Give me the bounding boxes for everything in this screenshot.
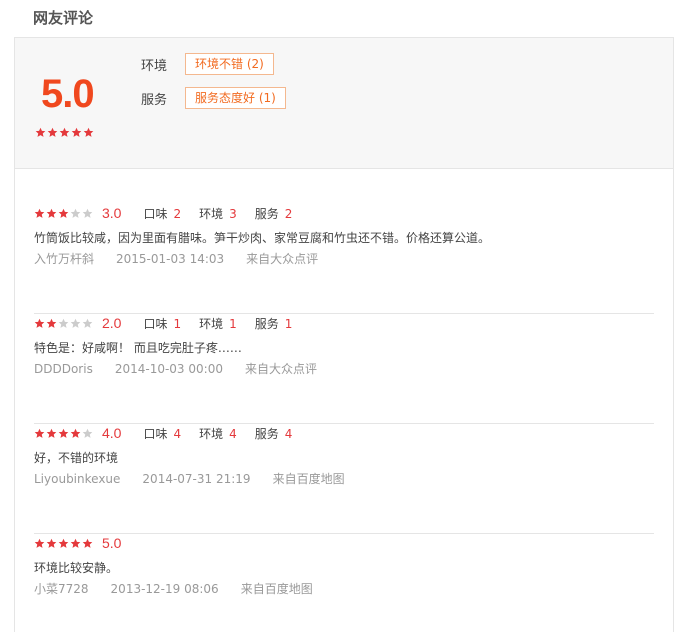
review-meta: 入竹万杆斜 2015-01-03 14:03 来自大众点评 — [34, 250, 340, 267]
review-time: 2014-10-03 00:00 — [114, 362, 223, 376]
star-empty-icon — [82, 428, 93, 439]
review-rating-line: 4.0 口味 4 环境 4 服务 4 — [34, 424, 310, 442]
environment-rating: 环境 1 — [199, 316, 237, 331]
star-filled-icon — [46, 538, 57, 549]
review-source: 来自大众点评 — [246, 252, 319, 266]
review-item: 5.0 环境比较安静。 小菜7728 2013-12-19 08:06 来自百度地图 — [34, 534, 654, 632]
taste-rating: 口味 4 — [143, 426, 182, 441]
star-filled-icon — [83, 127, 94, 138]
star-empty-icon — [58, 318, 69, 329]
star-filled-icon — [71, 127, 82, 138]
star-filled-icon — [34, 208, 45, 219]
star-empty-icon — [70, 318, 81, 329]
overall-score: 5.0 — [41, 72, 95, 116]
star-filled-icon — [58, 538, 69, 549]
review-time: 2014-07-31 21:19 — [142, 472, 251, 486]
tag-category-label: 服务 — [141, 92, 168, 108]
review-time: 2015-01-03 14:03 — [116, 252, 225, 266]
star-filled-icon — [34, 538, 45, 549]
review-meta: 小菜7728 2013-12-19 08:06 来自百度地图 — [34, 580, 335, 597]
review-stars — [34, 318, 93, 329]
review-item: 3.0 口味 2 环境 3 服务 2 竹筒饭比较咸，因为里面有腊味。笋干炒肉、家常豆腐和竹虫还… — [34, 204, 654, 314]
section-title: 网友评论 — [33, 9, 94, 27]
review-user[interactable]: Liyoubinkexue — [34, 472, 120, 486]
service-rating: 服务 1 — [254, 316, 293, 331]
review-score: 5.0 — [102, 535, 122, 551]
rating-summary: 5.0 环境 环境不错 (2) 服务 服务态度好 (1) — [15, 38, 673, 169]
review-score: 2.0 — [102, 315, 122, 331]
star-filled-icon — [34, 428, 45, 439]
review-meta: Liyoubinkexue 2014-07-31 21:19 来自百度地图 — [34, 470, 367, 487]
star-filled-icon — [59, 127, 70, 138]
review-stars — [34, 428, 93, 439]
review-source: 来自百度地图 — [272, 472, 345, 486]
star-empty-icon — [70, 208, 81, 219]
star-empty-icon — [82, 318, 93, 329]
star-filled-icon — [58, 428, 69, 439]
review-stars — [34, 208, 93, 219]
reviews-panel: 5.0 环境 环境不错 (2) 服务 服务态度好 (1) 3.0 口味 2 环境 3 服务… — [14, 37, 674, 632]
environment-rating: 环境 3 — [199, 206, 237, 221]
environment-rating: 环境 4 — [199, 426, 237, 441]
review-user[interactable]: 入竹万杆斜 — [34, 252, 94, 266]
star-filled-icon — [47, 127, 58, 138]
star-filled-icon — [46, 318, 57, 329]
overall-stars — [35, 127, 94, 138]
star-filled-icon — [46, 428, 57, 439]
star-filled-icon — [82, 538, 93, 549]
tag-category-label: 环境 — [141, 58, 168, 74]
review-content: 环境比较安静。 — [34, 561, 119, 575]
star-filled-icon — [34, 318, 45, 329]
star-empty-icon — [82, 208, 93, 219]
review-user[interactable]: DDDDoris — [34, 362, 93, 376]
star-filled-icon — [46, 208, 57, 219]
tag-row-environment: 环境 环境不错 (2) — [141, 53, 274, 75]
taste-rating: 口味 1 — [143, 316, 182, 331]
review-rating-line: 5.0 — [34, 534, 143, 552]
review-content: 好，不错的环境 — [34, 451, 119, 465]
taste-rating: 口味 2 — [143, 206, 182, 221]
review-user[interactable]: 小菜7728 — [34, 582, 89, 596]
tag-row-service: 服务 服务态度好 (1) — [141, 87, 286, 109]
tag-chip-service[interactable]: 服务态度好 (1) — [185, 87, 286, 109]
review-score: 4.0 — [102, 425, 122, 441]
review-score: 3.0 — [102, 205, 122, 221]
review-stars — [34, 538, 93, 549]
review-rating-line: 3.0 口味 2 环境 3 服务 2 — [34, 204, 310, 222]
tag-chip-environment[interactable]: 环境不错 (2) — [185, 53, 274, 75]
review-time: 2013-12-19 08:06 — [110, 582, 219, 596]
review-meta: DDDDoris 2014-10-03 00:00 来自大众点评 — [34, 360, 339, 377]
review-item: 2.0 口味 1 环境 1 服务 1 特色是：好咸啊！ 而且吃完肚子疼…… DDDDoris 20… — [34, 314, 654, 424]
review-source: 来自大众点评 — [244, 362, 317, 376]
review-source: 来自百度地图 — [240, 582, 313, 596]
service-rating: 服务 2 — [254, 206, 293, 221]
service-rating: 服务 4 — [254, 426, 293, 441]
review-content: 特色是：好咸啊！ 而且吃完肚子疼…… — [34, 341, 242, 355]
star-filled-icon — [70, 538, 81, 549]
review-rating-line: 2.0 口味 1 环境 1 服务 1 — [34, 314, 310, 332]
review-content: 竹筒饭比较咸，因为里面有腊味。笋干炒肉、家常豆腐和竹虫还不错。价格还算公道。 — [34, 231, 491, 245]
star-filled-icon — [35, 127, 46, 138]
star-filled-icon — [70, 428, 81, 439]
review-item: 4.0 口味 4 环境 4 服务 4 好，不错的环境 Liyoubinkexue 2014-07-… — [34, 424, 654, 534]
star-filled-icon — [58, 208, 69, 219]
